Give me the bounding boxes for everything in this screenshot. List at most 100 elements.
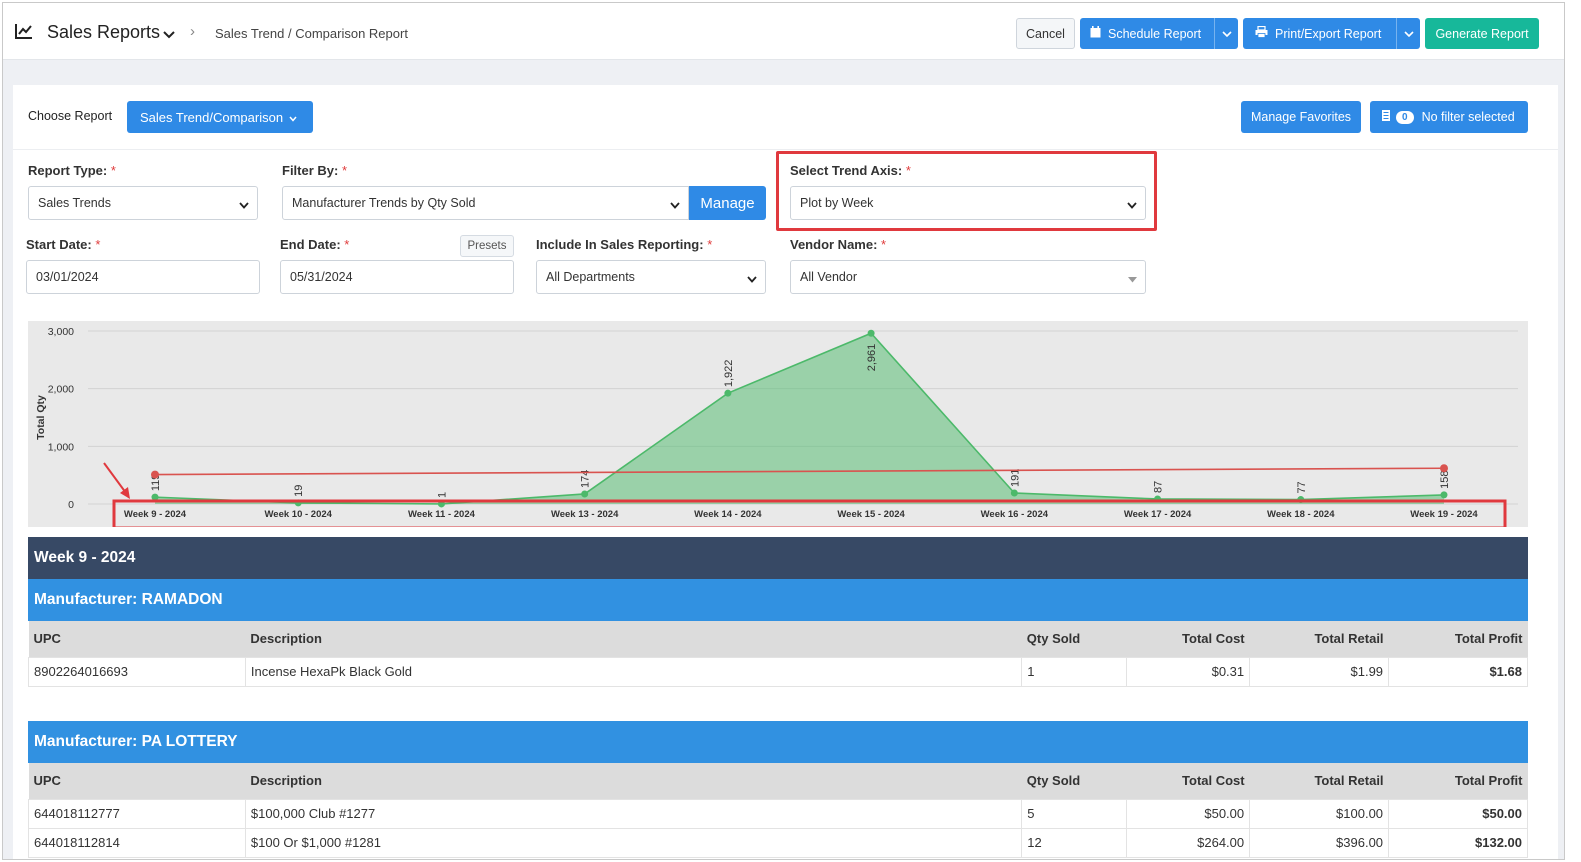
week-header: Week 9 - 2024 (28, 537, 1528, 579)
column-header[interactable]: Description (245, 763, 1022, 799)
column-header[interactable]: Qty Sold (1021, 763, 1127, 799)
divider (13, 149, 1558, 150)
data-point (1010, 489, 1018, 497)
filter-by-value: Manufacturer Trends by Qty Sold (292, 196, 476, 210)
trend-axis-highlight (776, 151, 1157, 231)
x-tick-label: Week 19 - 2024 (1410, 509, 1478, 520)
table-row[interactable]: 8902264016693 Incense HexaPk Black Gold … (28, 656, 1528, 687)
page-title[interactable]: Sales Reports (47, 22, 160, 43)
column-header[interactable]: Qty Sold (1021, 621, 1127, 657)
schedule-report-button[interactable]: Schedule Report (1080, 18, 1238, 49)
x-tick-label: Week 18 - 2024 (1267, 509, 1335, 520)
total-profit-cell: $132.00 (1388, 827, 1528, 858)
arrow-line (103, 462, 127, 494)
upc-cell: 644018112814 (28, 827, 246, 858)
end-date-label: End Date: * (280, 237, 350, 252)
table-header-row: UPC Description Qty Sold Total Cost Tota… (28, 763, 1528, 799)
choose-report-dropdown[interactable]: Sales Trend/Comparison (127, 101, 313, 133)
table-row[interactable]: 644018112777 $100,000 Club #1277 5 $50.0… (28, 798, 1528, 829)
data-point (581, 490, 589, 498)
vendor-name-value: All Vendor (800, 270, 857, 284)
chevron-down-icon (239, 198, 249, 212)
trend-chart-svg: 3,0002,0001,0000Total Qty119 19 11741,9222… (35, 326, 1518, 527)
start-date-input[interactable]: 03/01/2024 (26, 260, 260, 294)
app-window: Sales Reports › Sales Trend / Comparison… (2, 2, 1565, 860)
print-dropdown-toggle[interactable] (1396, 18, 1420, 49)
column-header[interactable]: UPC (28, 621, 246, 657)
y-axis-label: Total Qty (35, 395, 47, 440)
manufacturer-header: Manufacturer: PA LOTTERY (28, 721, 1528, 763)
chevron-right-icon: › (190, 23, 195, 40)
filter-list-icon (1382, 110, 1390, 124)
data-label: 87 (1153, 481, 1165, 493)
manage-favorites-button[interactable]: Manage Favorites (1241, 101, 1361, 133)
start-date-label: Start Date: * (26, 237, 101, 252)
column-header[interactable]: Total Profit (1388, 621, 1528, 657)
print-export-label: Print/Export Report (1275, 26, 1382, 41)
column-header[interactable]: Total Profit (1388, 763, 1528, 799)
table-row[interactable]: 644018112814 $100 Or $1,000 #1281 12 $26… (28, 827, 1528, 858)
chevron-down-icon (670, 198, 680, 212)
column-header[interactable]: Total Cost (1126, 763, 1250, 799)
comparison-point (151, 470, 159, 479)
column-header[interactable]: UPC (28, 763, 246, 799)
filter-button[interactable]: 0 No filter selected (1370, 101, 1528, 133)
y-tick-label: 3,000 (48, 326, 74, 338)
x-tick-label: Week 16 - 2024 (981, 509, 1049, 520)
total-cost-cell: $264.00 (1126, 827, 1251, 858)
x-tick-label: Week 13 - 2024 (551, 509, 619, 520)
column-header[interactable]: Total Retail (1249, 621, 1389, 657)
qty-sold-cell: 1 (1021, 656, 1128, 687)
schedule-report-label: Schedule Report (1108, 26, 1202, 41)
sales-table: UPC Description Qty Sold Total Cost Tota… (28, 621, 1528, 687)
cancel-button[interactable]: Cancel (1016, 18, 1075, 49)
description-cell: $100,000 Club #1277 (244, 798, 1023, 829)
data-label: 19 (293, 485, 305, 497)
printer-icon (1255, 25, 1268, 41)
qty-sold-cell: 12 (1021, 827, 1128, 858)
chevron-down-icon (289, 110, 297, 125)
data-label: 158 (1439, 471, 1451, 489)
data-point (1440, 491, 1448, 499)
print-export-button[interactable]: Print/Export Report (1243, 18, 1420, 49)
manage-button[interactable]: Manage (689, 186, 766, 220)
y-tick-label: 0 (68, 499, 74, 511)
total-cost-cell: $50.00 (1126, 798, 1251, 829)
column-header[interactable]: Total Retail (1249, 763, 1389, 799)
data-label: 1,922 (723, 360, 735, 388)
include-reporting-select[interactable]: All Departments (536, 260, 766, 294)
vendor-name-select[interactable]: All Vendor (790, 260, 1146, 294)
line-chart-icon (15, 23, 33, 42)
x-tick-label: Week 9 - 2024 (124, 509, 187, 520)
data-label: 191 (1009, 469, 1021, 487)
total-profit-cell: $50.00 (1388, 798, 1528, 829)
x-tick-label: Week 14 - 2024 (694, 509, 762, 520)
total-retail-cell: $100.00 (1249, 798, 1390, 829)
data-label: 77 (1296, 481, 1308, 493)
x-tick-label: Week 11 - 2024 (408, 509, 476, 520)
generate-report-button[interactable]: Generate Report (1425, 18, 1539, 49)
choose-report-value: Sales Trend/Comparison (140, 109, 284, 125)
top-bar: Sales Reports › Sales Trend / Comparison… (3, 3, 1564, 60)
x-tick-label: Week 17 - 2024 (1124, 509, 1192, 520)
schedule-dropdown-toggle[interactable] (1214, 18, 1238, 49)
caret-down-icon (1128, 272, 1137, 286)
data-point (724, 389, 732, 397)
qty-sold-cell: 5 (1021, 798, 1128, 829)
chevron-down-icon (747, 272, 757, 286)
filter-by-select[interactable]: Manufacturer Trends by Qty Sold (282, 186, 689, 220)
breadcrumb: Sales Trend / Comparison Report (215, 26, 408, 41)
chevron-down-icon[interactable] (163, 27, 175, 42)
total-retail-cell: $396.00 (1249, 827, 1390, 858)
column-header[interactable]: Total Cost (1126, 621, 1250, 657)
data-point (867, 329, 875, 337)
table-header-row: UPC Description Qty Sold Total Cost Tota… (28, 621, 1528, 657)
description-cell: $100 Or $1,000 #1281 (244, 827, 1023, 858)
presets-button[interactable]: Presets (460, 235, 514, 257)
column-header[interactable]: Description (245, 621, 1022, 657)
report-type-label: Report Type: * (28, 163, 116, 178)
end-date-input[interactable]: 05/31/2024 (280, 260, 514, 294)
description-cell: Incense HexaPk Black Gold (244, 656, 1023, 687)
filter-by-label: Filter By: * (282, 163, 348, 178)
report-type-select[interactable]: Sales Trends (28, 186, 258, 220)
